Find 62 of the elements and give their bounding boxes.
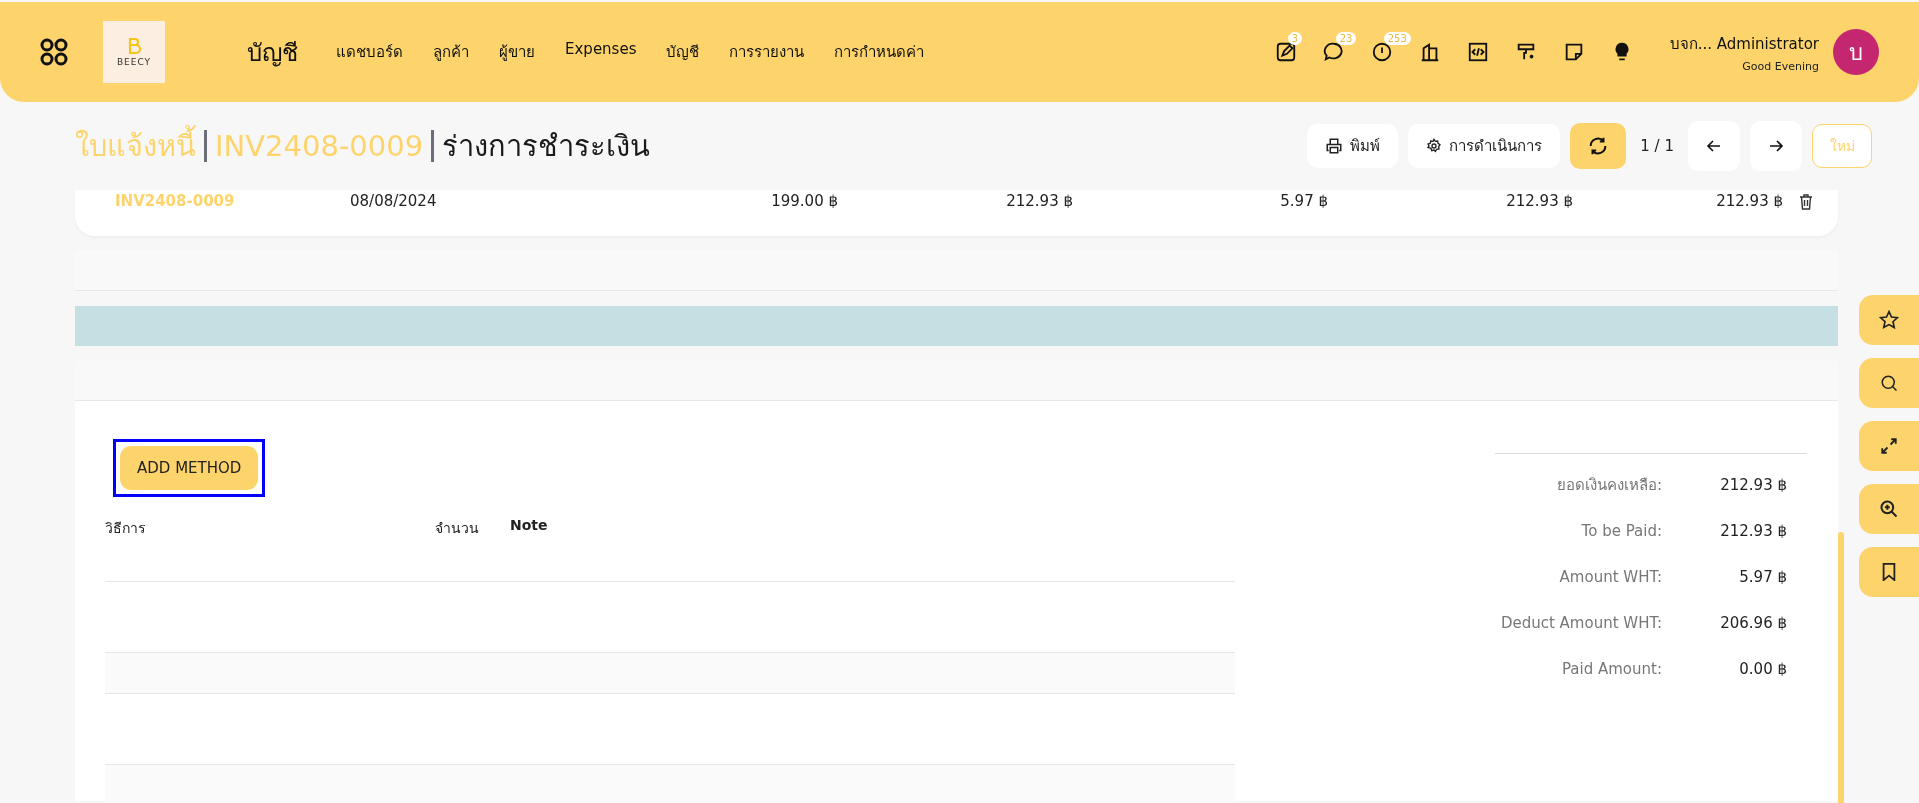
summary-value: 0.00 ฿ [1738, 660, 1787, 678]
add-method-button[interactable]: ADD METHOD [120, 446, 259, 490]
expand-button[interactable] [1859, 421, 1919, 471]
table-cell: 199.00 ฿ [771, 192, 838, 210]
print-button[interactable]: พิมพ์ [1307, 124, 1399, 168]
table-cell: 212.93 ฿ [1506, 192, 1573, 210]
summary-value: 212.93 ฿ [1719, 522, 1787, 540]
chat-icon[interactable] [1322, 41, 1345, 63]
module-title: บัญชี [247, 37, 298, 69]
column-header: วิธีการ [105, 519, 146, 538]
summary-value: 212.93 ฿ [1719, 476, 1787, 494]
pager-text: 1 / 1 [1640, 137, 1674, 155]
bee-letter-icon [127, 37, 141, 55]
summary-label: To be Paid: [1581, 522, 1662, 540]
printer-icon [1325, 137, 1344, 155]
nav-menu-item[interactable]: แดชบอร์ด [336, 40, 403, 64]
summary-value: 5.97 ฿ [1738, 568, 1787, 586]
nav-menu-item[interactable]: บัญชี [666, 40, 700, 64]
user-name: บจก... Administrator [1669, 33, 1819, 55]
summary-label: Amount WHT: [1559, 568, 1662, 586]
search-button[interactable] [1859, 358, 1919, 408]
settings-icon [1426, 138, 1443, 154]
company-logo[interactable]: BEECY [103, 21, 165, 83]
clock-icon[interactable] [1370, 41, 1393, 63]
nav-menu-item[interactable]: การรายงาน [729, 40, 805, 64]
table-cell: 212.93 ฿ [1006, 192, 1073, 210]
table-cell: 08/08/2024 [350, 192, 437, 210]
summary-label: Deduct Amount WHT: [1500, 614, 1662, 632]
star-icon [1879, 310, 1899, 330]
summary-label: Paid Amount: [1561, 660, 1662, 678]
zoom-in-button[interactable] [1859, 484, 1919, 534]
apps-menu-icon[interactable] [40, 38, 68, 66]
zoom-in-icon [1879, 499, 1899, 519]
nav-menu-item[interactable]: Expenses [565, 40, 637, 64]
greeting-text: Good Evening [1742, 59, 1819, 73]
summary-label: ยอดเงินคงเหลือ: [1556, 475, 1662, 496]
count-badge: 3 [1287, 32, 1303, 45]
bookmark-icon [1881, 563, 1897, 581]
bookmark-button[interactable] [1859, 547, 1919, 597]
user-avatar[interactable]: บ [1833, 29, 1879, 75]
nav-menu-item[interactable]: ลูกค้า [433, 40, 469, 64]
actions-button[interactable]: การดำเนินการ [1408, 124, 1561, 168]
note-icon[interactable] [1274, 41, 1297, 63]
count-badge: 23 [1335, 32, 1357, 45]
trash-icon[interactable] [1799, 194, 1813, 210]
count-badge: 253 [1383, 32, 1411, 45]
code-icon[interactable] [1466, 41, 1489, 63]
table-cell: 212.93 ฿ [1716, 192, 1783, 210]
logo-text: BEECY [116, 57, 152, 67]
nav-menu-item[interactable]: การกำหนดค่า [834, 40, 925, 64]
right-arrow-icon [1768, 138, 1784, 154]
nav-menu-item[interactable]: ผู้ขาย [499, 40, 535, 64]
favorite-button[interactable] [1859, 295, 1919, 345]
expand-arrows-icon [1880, 437, 1898, 455]
table-cell: 5.97 ฿ [1280, 192, 1328, 210]
column-header: จำนวน [435, 519, 479, 538]
page-title: ร่างการชำระเงิน [442, 128, 651, 165]
refresh-button[interactable] [1570, 123, 1627, 169]
search-icon [1880, 374, 1898, 392]
left-arrow-icon [1706, 138, 1722, 154]
summary-value: 206.96 ฿ [1719, 614, 1787, 632]
column-header: Note [510, 517, 548, 533]
